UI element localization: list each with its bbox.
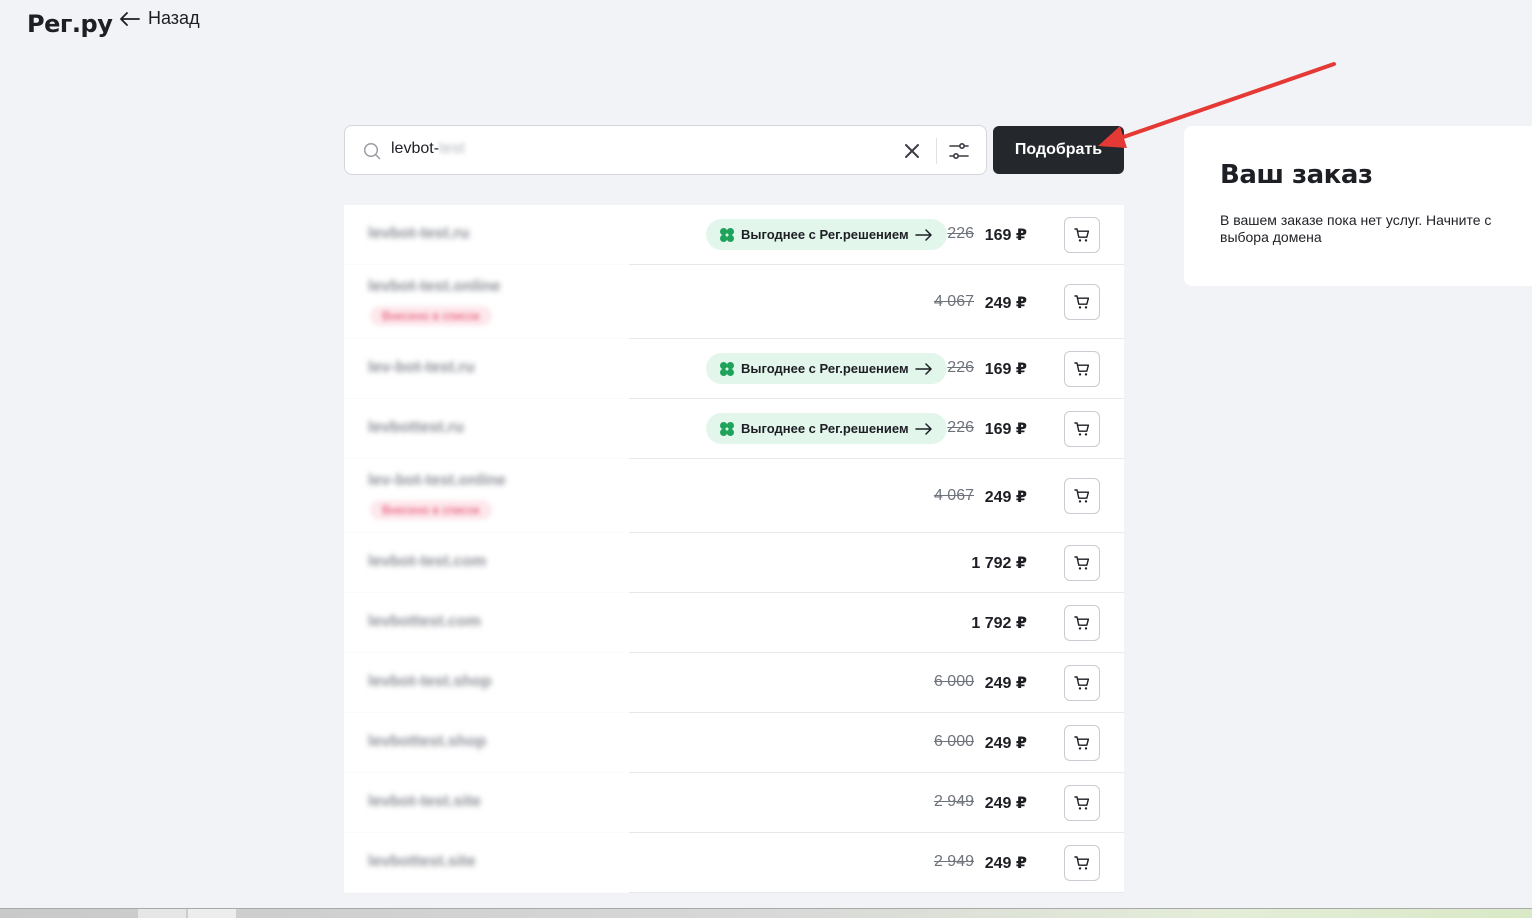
filter-sliders-icon[interactable] bbox=[947, 139, 971, 163]
logo[interactable]: Рег.ру bbox=[27, 10, 113, 38]
price: 249 ₽ bbox=[984, 675, 1027, 692]
search-divider bbox=[936, 138, 937, 164]
domain-name[interactable]: levbottest.site bbox=[368, 853, 476, 871]
old-price: 6 000 bbox=[933, 673, 974, 690]
add-to-cart-button[interactable] bbox=[1064, 217, 1100, 253]
search-query-text: levbot- bbox=[391, 140, 440, 157]
domain-name[interactable]: lev-bot-test.online bbox=[368, 472, 506, 490]
domain-row[interactable]: lev-bot-test.online Внесено в список 4 067… bbox=[344, 459, 1124, 533]
domain-name[interactable]: levbot-test.com bbox=[368, 553, 486, 571]
order-title: Ваш заказ bbox=[1220, 160, 1373, 190]
domain-name[interactable]: levbot-test.online bbox=[368, 278, 500, 296]
add-to-cart-button[interactable] bbox=[1064, 785, 1100, 821]
arrow-left-icon bbox=[120, 11, 140, 26]
domain-row[interactable]: levbottest.site 2 949 249 ₽ bbox=[344, 833, 1124, 893]
old-price: 6 000 bbox=[933, 733, 974, 750]
domain-row[interactable]: levbottest.ru Выгоднее с Рег.решением 22… bbox=[344, 399, 1124, 459]
cart-icon bbox=[1074, 228, 1090, 242]
domain-name[interactable]: levbot-test.site bbox=[368, 793, 481, 811]
arrow-right-icon bbox=[914, 422, 932, 435]
cart-icon bbox=[1074, 489, 1090, 503]
clover-icon bbox=[720, 227, 734, 242]
price: 1 792 ₽ bbox=[971, 615, 1027, 632]
taskbar bbox=[0, 908, 1532, 918]
search-input[interactable]: levbot-test bbox=[391, 140, 465, 158]
promo-label: Выгоднее с Рег.решением bbox=[741, 421, 909, 436]
domain-row[interactable]: levbot-test.site 2 949 249 ₽ bbox=[344, 773, 1124, 833]
back-label: Назад bbox=[148, 8, 200, 28]
old-price: 2 949 bbox=[933, 853, 974, 870]
search-icon bbox=[363, 142, 381, 160]
old-price: 4 067 bbox=[933, 487, 974, 504]
arrow-right-icon bbox=[914, 362, 932, 375]
search-query-hidden: test bbox=[439, 140, 465, 157]
domain-name[interactable]: levbottest.com bbox=[368, 613, 481, 631]
promo-label: Выгоднее с Рег.решением bbox=[741, 361, 909, 376]
cart-icon bbox=[1074, 856, 1090, 870]
domain-status-badge: Внесено в список bbox=[370, 500, 492, 520]
old-price: 226 bbox=[947, 225, 974, 242]
domain-row[interactable]: levbot-test.online Внесено в список 4 067 2… bbox=[344, 265, 1124, 339]
domain-status-badge: Внесено в список bbox=[370, 306, 492, 326]
old-price: 4 067 bbox=[933, 293, 974, 310]
cart-icon bbox=[1074, 362, 1090, 376]
add-to-cart-button[interactable] bbox=[1064, 351, 1100, 387]
domain-row[interactable]: levbottest.shop 6 000 249 ₽ bbox=[344, 713, 1124, 773]
taskbar-item[interactable] bbox=[188, 909, 236, 918]
cart-icon bbox=[1074, 422, 1090, 436]
old-price: 2 949 bbox=[933, 793, 974, 810]
pick-domain-button[interactable]: Подобрать bbox=[993, 126, 1124, 174]
taskbar-item[interactable] bbox=[138, 909, 186, 918]
price: 169 ₽ bbox=[984, 421, 1027, 438]
price: 249 ₽ bbox=[984, 295, 1027, 312]
clover-icon bbox=[720, 361, 734, 376]
domain-row[interactable]: levbot-test.com 1 792 ₽ bbox=[344, 533, 1124, 593]
clover-icon bbox=[720, 421, 734, 436]
promo-reg-solution-button[interactable]: Выгоднее с Рег.решением bbox=[706, 413, 947, 444]
domain-name[interactable]: levbot-test.shop bbox=[368, 673, 492, 691]
price: 1 792 ₽ bbox=[971, 555, 1027, 572]
promo-reg-solution-button[interactable]: Выгоднее с Рег.решением bbox=[706, 219, 947, 250]
promo-label: Выгоднее с Рег.решением bbox=[741, 227, 909, 242]
add-to-cart-button[interactable] bbox=[1064, 605, 1100, 641]
domain-name[interactable]: levbot-test.ru bbox=[368, 225, 469, 243]
domain-row[interactable]: lev-bot-test.ru Выгоднее с Рег.решением … bbox=[344, 339, 1124, 399]
add-to-cart-button[interactable] bbox=[1064, 665, 1100, 701]
add-to-cart-button[interactable] bbox=[1064, 725, 1100, 761]
domain-name[interactable]: levbottest.ru bbox=[368, 419, 464, 437]
arrow-right-icon bbox=[914, 228, 932, 241]
close-icon[interactable] bbox=[900, 139, 924, 163]
cart-icon bbox=[1074, 556, 1090, 570]
old-price: 226 bbox=[947, 419, 974, 436]
add-to-cart-button[interactable] bbox=[1064, 411, 1100, 447]
domain-row[interactable]: levbot-test.ru Выгоднее с Рег.решением 2… bbox=[344, 205, 1124, 265]
price: 249 ₽ bbox=[984, 855, 1027, 872]
price: 249 ₽ bbox=[984, 795, 1027, 812]
cart-icon bbox=[1074, 616, 1090, 630]
order-panel: Ваш заказ В вашем заказе пока нет услуг.… bbox=[1184, 126, 1532, 286]
domain-row[interactable]: levbottest.com 1 792 ₽ bbox=[344, 593, 1124, 653]
cart-icon bbox=[1074, 295, 1090, 309]
add-to-cart-button[interactable] bbox=[1064, 545, 1100, 581]
order-empty-text: В вашем заказе пока нет услуг. Начните с… bbox=[1220, 212, 1492, 245]
promo-reg-solution-button[interactable]: Выгоднее с Рег.решением bbox=[706, 353, 947, 384]
domain-results-list: levbot-test.ru Выгоднее с Рег.решением 2… bbox=[344, 205, 1124, 893]
cart-icon bbox=[1074, 796, 1090, 810]
top-bar: Рег.ру bbox=[27, 10, 113, 38]
domain-name[interactable]: levbottest.shop bbox=[368, 733, 486, 751]
price: 169 ₽ bbox=[984, 361, 1027, 378]
domain-row[interactable]: levbot-test.shop 6 000 249 ₽ bbox=[344, 653, 1124, 713]
cart-icon bbox=[1074, 676, 1090, 690]
cart-icon bbox=[1074, 736, 1090, 750]
old-price: 226 bbox=[947, 359, 974, 376]
price: 249 ₽ bbox=[984, 489, 1027, 506]
domain-name[interactable]: lev-bot-test.ru bbox=[368, 359, 475, 377]
add-to-cart-button[interactable] bbox=[1064, 845, 1100, 881]
add-to-cart-button[interactable] bbox=[1064, 478, 1100, 514]
back-link[interactable]: Назад bbox=[120, 8, 200, 29]
price: 169 ₽ bbox=[984, 227, 1027, 244]
domain-search-box[interactable]: levbot-test bbox=[344, 125, 987, 175]
add-to-cart-button[interactable] bbox=[1064, 284, 1100, 320]
price: 249 ₽ bbox=[984, 735, 1027, 752]
